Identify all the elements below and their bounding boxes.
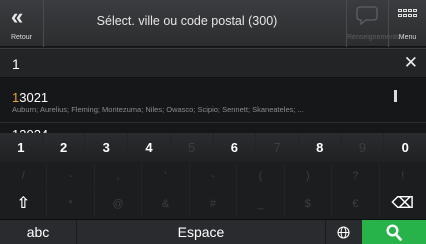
key-5: 5 <box>171 133 214 162</box>
postal-code: 13021 <box>12 90 48 105</box>
code-rest: 3021 <box>19 90 49 105</box>
key: * <box>47 190 95 218</box>
globe-icon <box>337 226 350 239</box>
key: ) <box>285 163 333 189</box>
backspace-key[interactable]: ⌫ <box>380 190 426 218</box>
speech-bubble-icon <box>356 6 378 25</box>
key-9: 9 <box>342 133 385 162</box>
key: - <box>47 163 95 189</box>
language-key[interactable] <box>326 220 362 244</box>
back-label: Retour <box>10 34 32 41</box>
list-item[interactable]: 13021 Auburn; Aurelius; Fleming; Montezu… <box>0 79 426 123</box>
menu-button[interactable]: Menu <box>388 0 426 47</box>
search-button[interactable] <box>362 220 426 244</box>
key: ' <box>142 163 190 189</box>
symbol-row-2: ⇧ * @ & # _ $ € ⌫ <box>0 190 426 218</box>
scrollbar[interactable] <box>394 90 397 102</box>
abc-key[interactable]: abc <box>0 220 76 244</box>
key-4[interactable]: 4 <box>128 133 171 162</box>
key: @ <box>95 190 143 218</box>
key-8[interactable]: 8 <box>299 133 342 162</box>
hint-button[interactable]: Renseignements <box>346 0 400 47</box>
key-3[interactable]: 3 <box>85 133 129 162</box>
hint-label: Renseignements <box>347 34 400 41</box>
close-icon[interactable]: ✕ <box>404 53 418 73</box>
symbol-row: / -, ' -()?! <box>0 163 426 189</box>
key: ( <box>237 163 285 189</box>
key: , <box>95 163 143 189</box>
towns-list: Auburn; Aurelius; Fleming; Montezuma; Ni… <box>12 105 304 114</box>
search-icon <box>386 224 402 241</box>
space-key[interactable]: Espace <box>76 220 326 244</box>
key: $ <box>285 190 333 218</box>
chevron-double-left-icon: « <box>11 4 24 29</box>
key: - <box>190 163 238 189</box>
number-row: 1234567890 <box>0 133 426 162</box>
key-2[interactable]: 2 <box>43 133 86 162</box>
key: # <box>190 190 238 218</box>
key-0[interactable]: 0 <box>384 133 426 162</box>
key-6[interactable]: 6 <box>214 133 257 162</box>
key-7: 7 <box>256 133 299 162</box>
key: ! <box>401 170 405 182</box>
keyboard: 1234567890 /-, ' -()?! ⇧ * @ & # _ $ € ⌫ abc Espac… <box>0 133 426 244</box>
search-value: 1 <box>12 56 20 72</box>
menu-label: Menu <box>398 34 417 41</box>
key: € <box>332 190 380 218</box>
top-bar: « Retour Sélect. ville ou code postal (3… <box>0 0 426 47</box>
bottom-row: abc Espace <box>0 219 426 244</box>
key: & <box>142 190 190 218</box>
page-title: Sélect. ville ou code postal (300) <box>96 14 278 28</box>
key: _ <box>237 190 285 218</box>
key-1[interactable]: 1 <box>0 133 43 162</box>
shift-key[interactable]: ⇧ <box>0 190 48 218</box>
back-button[interactable]: « Retour <box>0 0 44 47</box>
results-list: 13021 Auburn; Aurelius; Fleming; Montezu… <box>0 79 426 133</box>
key: / <box>0 163 48 189</box>
grid-icon <box>398 9 418 19</box>
search-input[interactable]: 1 ✕ <box>0 48 426 78</box>
key: ? <box>332 163 380 189</box>
